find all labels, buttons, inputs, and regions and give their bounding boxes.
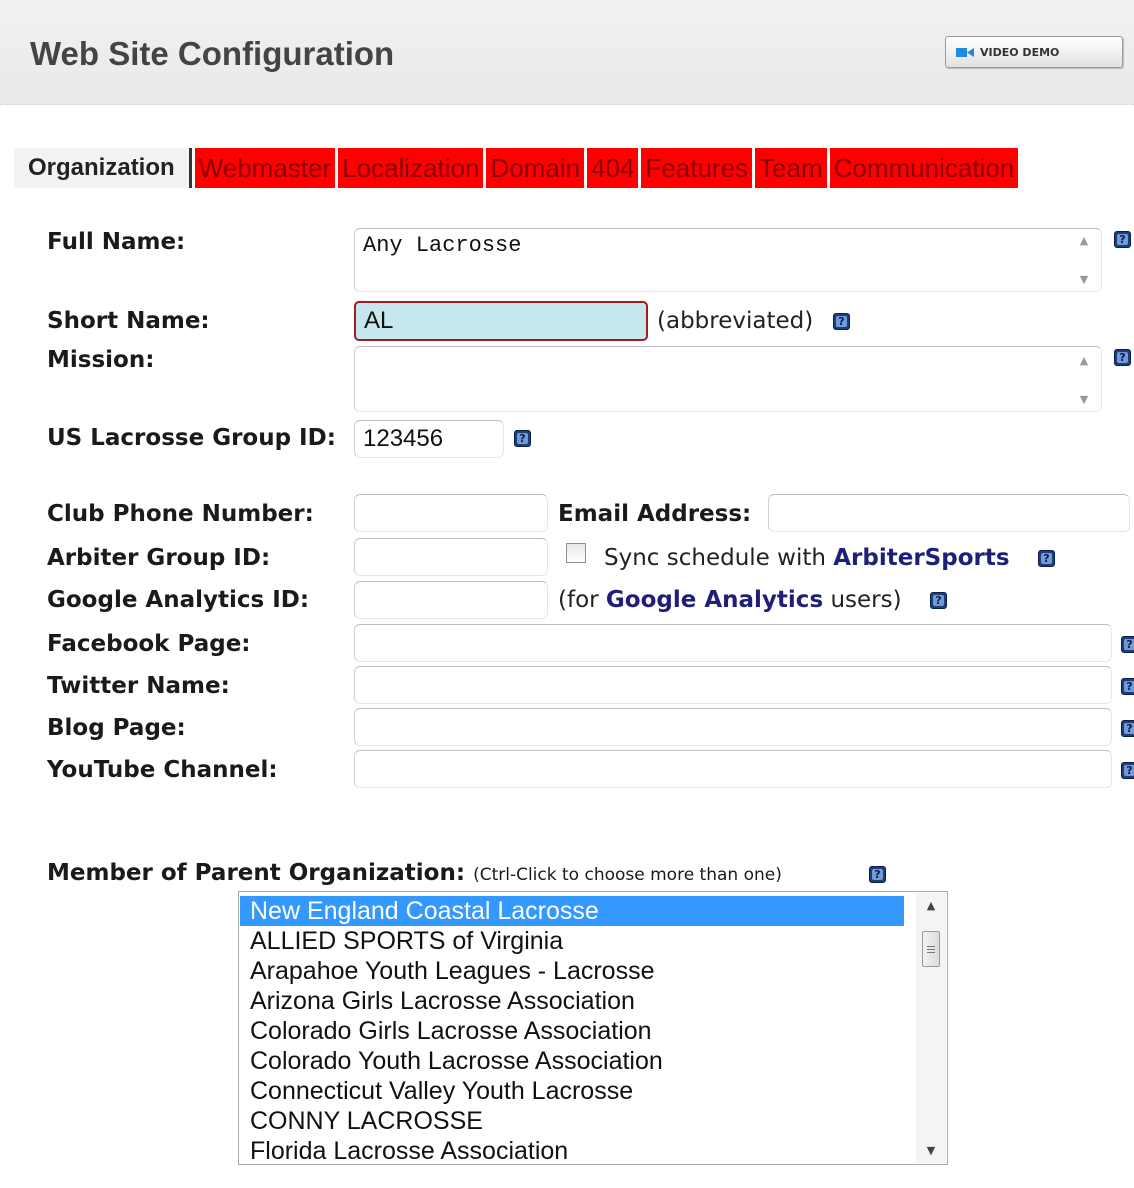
ga-note-suffix: users): [823, 587, 902, 613]
listbox-scrollbar[interactable]: ▲ ▼: [916, 893, 946, 1163]
blog-label: Blog Page:: [47, 715, 186, 741]
help-icon[interactable]: ?: [1114, 231, 1131, 248]
youtube-field[interactable]: [354, 750, 1112, 788]
club-phone-label: Club Phone Number:: [47, 501, 314, 527]
google-analytics-link[interactable]: Google Analytics: [606, 587, 823, 613]
scroll-up-icon: ▲: [1079, 354, 1089, 367]
scrollbar-thumb[interactable]: [922, 931, 940, 967]
club-phone-field[interactable]: [354, 494, 548, 532]
list-item[interactable]: Florida Lacrosse Association: [240, 1136, 904, 1164]
sync-label-text: Sync schedule with: [604, 545, 834, 571]
video-demo-label: VIDEO DEMO: [980, 45, 1060, 59]
help-icon[interactable]: ?: [1038, 550, 1055, 567]
scroll-up-icon: ▲: [1079, 234, 1089, 247]
scroll-down-icon: ▼: [1079, 393, 1089, 406]
ga-id-label: Google Analytics ID:: [47, 587, 310, 613]
short-name-field[interactable]: [354, 301, 648, 341]
parent-org-title: Member of Parent Organization:: [47, 860, 466, 886]
full-name-scroll[interactable]: ▲ ▼: [1070, 234, 1098, 286]
short-name-label: Short Name:: [47, 308, 210, 334]
list-item[interactable]: Colorado Girls Lacrosse Association: [240, 1016, 904, 1046]
facebook-label: Facebook Page:: [47, 631, 251, 657]
list-item[interactable]: ALLIED SPORTS of Virginia: [240, 926, 904, 956]
facebook-field[interactable]: [354, 624, 1112, 662]
list-item[interactable]: Connecticut Valley Youth Lacrosse: [240, 1076, 904, 1106]
scroll-up-icon[interactable]: ▲: [916, 899, 946, 912]
arbitersports-link[interactable]: ArbiterSports: [833, 545, 1009, 571]
scroll-down-icon: ▼: [1079, 273, 1089, 286]
parent-org-listbox[interactable]: New England Coastal Lacrosse ALLIED SPOR…: [238, 891, 948, 1165]
tab-404[interactable]: 404: [587, 148, 639, 188]
full-name-label: Full Name:: [47, 229, 186, 255]
mission-label: Mission:: [47, 347, 155, 373]
sync-label: Sync schedule with ArbiterSports: [604, 545, 1010, 571]
twitter-label: Twitter Name:: [47, 673, 230, 699]
tab-organization[interactable]: Organization: [14, 148, 192, 188]
ga-note-prefix: (for: [558, 587, 606, 613]
blog-field[interactable]: [354, 708, 1112, 746]
page-header: Web Site Configuration VIDEO DEMO: [0, 0, 1134, 105]
list-item[interactable]: CONNY LACROSSE: [240, 1106, 904, 1136]
email-field[interactable]: [768, 494, 1130, 532]
group-id-label: US Lacrosse Group ID:: [47, 425, 336, 451]
help-icon[interactable]: ?: [1121, 636, 1134, 653]
help-icon[interactable]: ?: [1114, 349, 1131, 366]
page-title: Web Site Configuration: [30, 35, 395, 72]
scroll-down-icon[interactable]: ▼: [916, 1144, 946, 1157]
tab-webmaster[interactable]: Webmaster: [194, 148, 336, 188]
video-demo-button[interactable]: VIDEO DEMO: [945, 36, 1123, 68]
full-name-field[interactable]: Any Lacrosse: [354, 228, 1102, 292]
tab-communication[interactable]: Communication: [829, 148, 1019, 188]
config-tabs: Organization Webmaster Localization Doma…: [14, 148, 1134, 190]
help-icon[interactable]: ?: [930, 592, 947, 609]
email-label: Email Address:: [558, 501, 752, 527]
tab-features[interactable]: Features: [641, 148, 753, 188]
help-icon[interactable]: ?: [833, 313, 850, 330]
tab-localization[interactable]: Localization: [338, 148, 484, 188]
ga-note: (for Google Analytics users): [558, 587, 902, 613]
ga-id-field[interactable]: [354, 581, 548, 619]
parent-org-hint: (Ctrl-Click to choose more than one): [473, 865, 782, 885]
arbiter-id-field[interactable]: [354, 538, 548, 576]
tab-domain[interactable]: Domain: [486, 148, 585, 188]
youtube-label: YouTube Channel:: [47, 757, 278, 783]
tab-team[interactable]: Team: [755, 148, 827, 188]
help-icon[interactable]: ?: [1121, 720, 1134, 737]
list-item[interactable]: Arapahoe Youth Leagues - Lacrosse: [240, 956, 904, 986]
list-item[interactable]: Arizona Girls Lacrosse Association: [240, 986, 904, 1016]
parent-org-options: New England Coastal Lacrosse ALLIED SPOR…: [239, 892, 947, 1164]
mission-scroll[interactable]: ▲ ▼: [1070, 354, 1098, 406]
parent-org-label: Member of Parent Organization: (Ctrl-Cli…: [47, 860, 782, 886]
list-item[interactable]: Colorado Youth Lacrosse Association: [240, 1046, 904, 1076]
abbreviated-note: (abbreviated): [657, 308, 814, 334]
group-id-field[interactable]: [354, 420, 504, 458]
sync-checkbox[interactable]: [566, 543, 586, 563]
twitter-field[interactable]: [354, 666, 1112, 704]
arbiter-id-label: Arbiter Group ID:: [47, 545, 271, 571]
video-camera-icon: [956, 47, 974, 57]
mission-field[interactable]: [354, 346, 1102, 412]
help-icon[interactable]: ?: [869, 866, 886, 883]
help-icon[interactable]: ?: [514, 430, 531, 447]
help-icon[interactable]: ?: [1121, 678, 1134, 695]
list-item[interactable]: New England Coastal Lacrosse: [240, 896, 904, 926]
help-icon[interactable]: ?: [1121, 762, 1134, 779]
